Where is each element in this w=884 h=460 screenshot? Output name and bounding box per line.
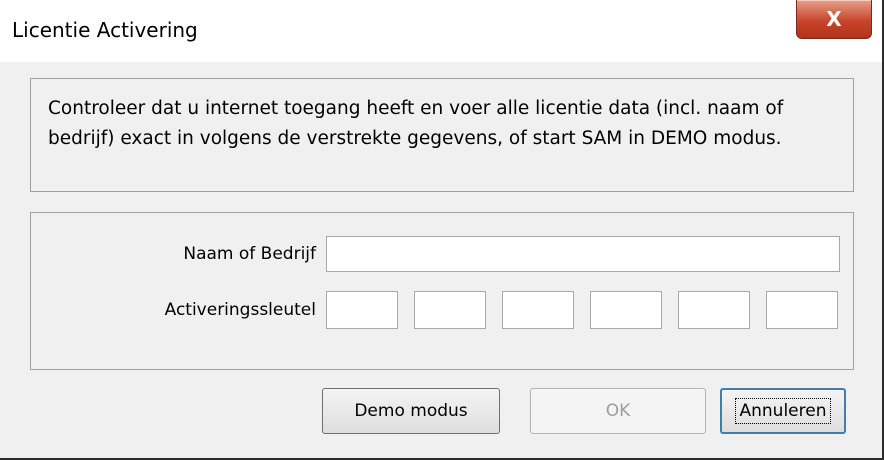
info-line-1: Controleer dat u internet toegang heeft … — [48, 98, 784, 119]
title-bar: Licentie Activering X — [0, 0, 882, 62]
activation-key-segment-4[interactable] — [590, 291, 662, 329]
close-button[interactable]: X — [796, 0, 872, 39]
activation-key-segment-2[interactable] — [414, 291, 486, 329]
window-title: Licentie Activering — [12, 18, 198, 42]
activation-key-segment-1[interactable] — [326, 291, 398, 329]
activation-key-segment-6[interactable] — [766, 291, 838, 329]
ok-button[interactable]: OK — [530, 388, 706, 434]
info-message: Controleer dat u internet toegang heeft … — [48, 94, 838, 154]
activation-key-label: Activeringssleutel — [164, 300, 316, 320]
cancel-button[interactable]: Annuleren — [720, 388, 846, 434]
demo-mode-button[interactable]: Demo modus — [322, 388, 500, 434]
activation-key-segment-3[interactable] — [502, 291, 574, 329]
name-input[interactable] — [326, 236, 840, 272]
cancel-button-label: Annuleren — [734, 398, 832, 424]
name-label: Naam of Bedrijf — [183, 244, 316, 264]
license-activation-dialog: Licentie Activering X Controleer dat u i… — [0, 0, 884, 460]
info-line-2: bedrijf) exact in volgens de verstrekte … — [48, 128, 782, 149]
activation-key-segment-5[interactable] — [678, 291, 750, 329]
close-icon: X — [826, 7, 842, 31]
